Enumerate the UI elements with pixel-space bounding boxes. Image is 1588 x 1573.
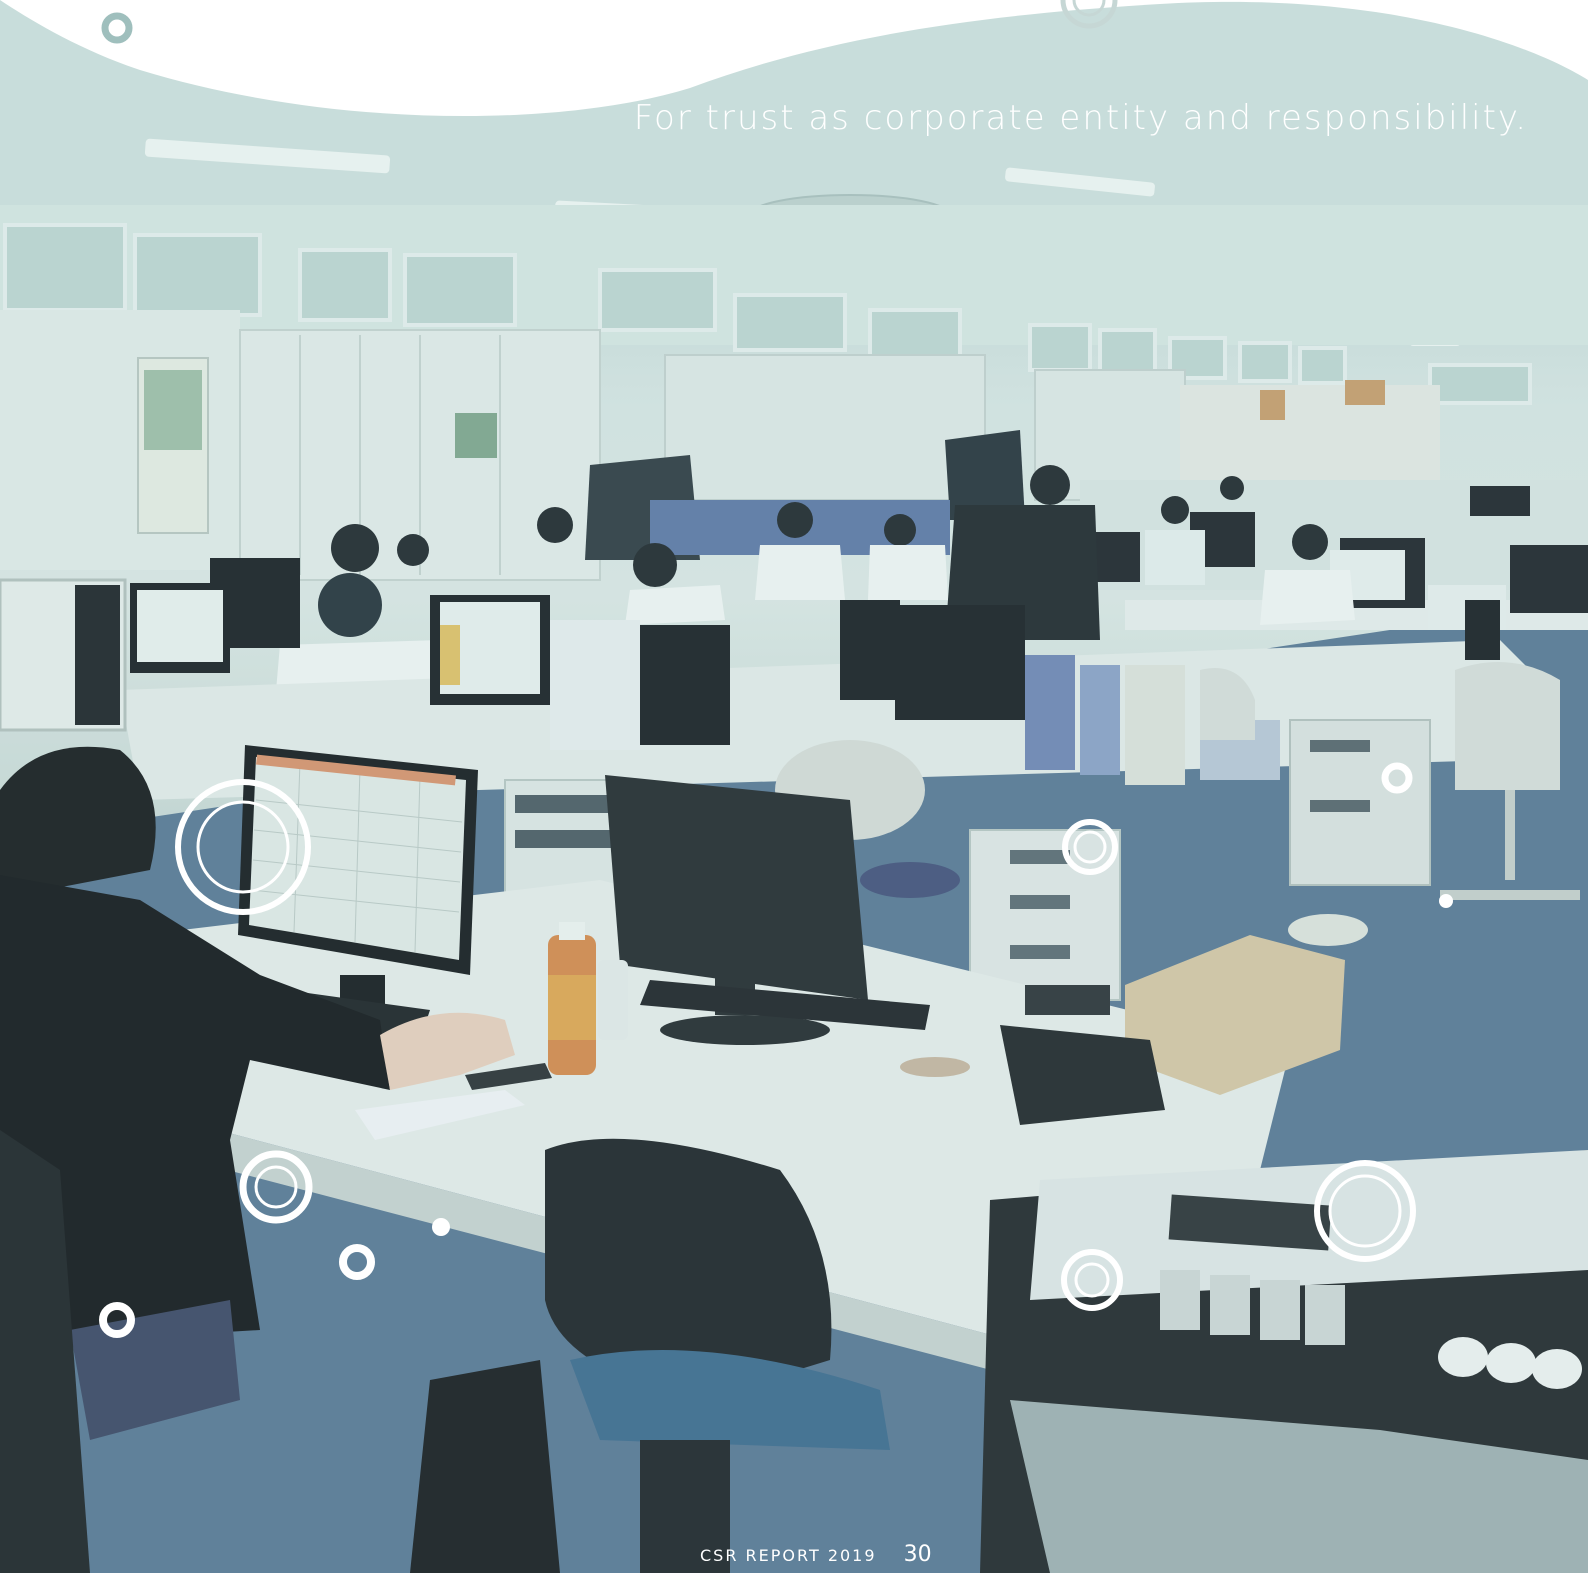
page-number: 30: [903, 1542, 932, 1567]
page-footer: CSR REPORT 2019 30: [700, 1542, 932, 1567]
decor-dot: [1439, 894, 1453, 908]
office-photo-illustration: [0, 0, 1588, 1573]
page-tagline: For trust as corporate entity and respon…: [633, 98, 1528, 138]
report-page: For trust as corporate entity and respon…: [0, 0, 1588, 1573]
office-photo: [0, 0, 1588, 1573]
decor-dot: [432, 1218, 450, 1236]
report-label: CSR REPORT 2019: [700, 1546, 877, 1565]
